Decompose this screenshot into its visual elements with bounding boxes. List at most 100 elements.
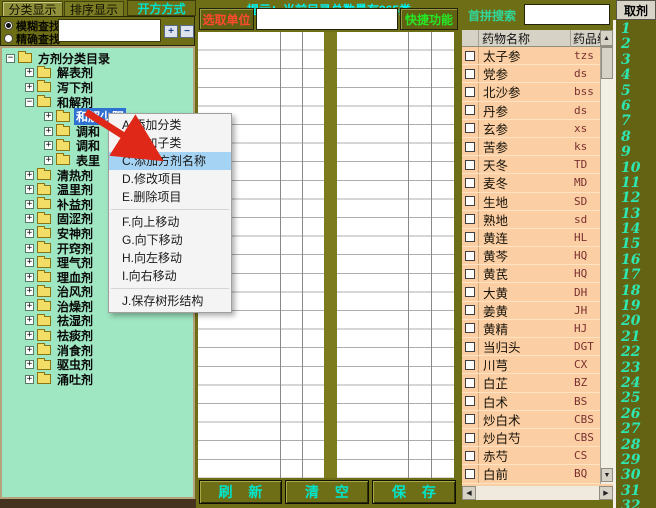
expand-plus-icon[interactable]: + — [25, 83, 34, 92]
tree-item[interactable]: + 涌吐剂 — [25, 372, 193, 387]
herb-horizontal-scrollbar[interactable]: ◀ ▶ — [462, 486, 613, 500]
herb-checkbox[interactable] — [465, 69, 475, 79]
herb-checkbox[interactable] — [465, 396, 475, 406]
herb-row[interactable]: 北沙参bss — [462, 83, 613, 101]
herb-row[interactable]: 天冬TD — [462, 156, 613, 174]
herb-checkbox[interactable] — [465, 287, 475, 297]
collapse-minus-icon[interactable]: − — [25, 98, 34, 107]
herb-row[interactable]: 炒白术CBS — [462, 411, 613, 429]
herb-checkbox[interactable] — [465, 360, 475, 370]
herb-checkbox[interactable] — [465, 196, 475, 206]
herb-name-header[interactable]: 药物名称 — [479, 30, 571, 47]
herb-row[interactable]: 赤芍CS — [462, 447, 613, 465]
herb-name[interactable]: 党参 — [479, 64, 571, 83]
herb-checkbox[interactable] — [465, 305, 475, 315]
collapse-all-button[interactable]: − — [180, 25, 194, 38]
prescribe-mode-button[interactable]: 开方方式 — [127, 0, 196, 16]
menu-item[interactable]: H.向左移动 — [109, 249, 231, 267]
herb-row[interactable]: 丹参ds — [462, 102, 613, 120]
exact-search-option[interactable]: 精确查找 — [4, 32, 60, 45]
herb-checkbox[interactable] — [465, 160, 475, 170]
expand-plus-icon[interactable]: + — [25, 316, 34, 325]
menu-item[interactable]: D.修改项目 — [109, 170, 231, 188]
herb-name[interactable]: 赤芍 — [479, 446, 571, 465]
herb-name[interactable]: 黄精 — [479, 319, 571, 338]
expand-all-button[interactable]: + — [164, 25, 178, 38]
shortcut-function-button[interactable]: 快捷功能 — [400, 8, 458, 30]
herb-checkbox[interactable] — [465, 323, 475, 333]
expand-plus-icon[interactable]: + — [25, 244, 34, 253]
herb-checkbox[interactable] — [465, 342, 475, 352]
tree-item-label[interactable]: 涌吐剂 — [55, 371, 95, 388]
herb-row[interactable]: 黄精HJ — [462, 320, 613, 338]
expand-plus-icon[interactable]: + — [25, 200, 34, 209]
menu-item[interactable]: I.向右移动 — [109, 267, 231, 285]
herb-name[interactable]: 黄芩 — [479, 246, 571, 265]
herb-row[interactable]: 姜黄JH — [462, 302, 613, 320]
tab-sort-display[interactable]: 排序显示 — [64, 1, 124, 16]
herb-row[interactable]: 麦冬MD — [462, 174, 613, 192]
select-unit-button[interactable]: 选取单位 — [199, 8, 254, 30]
tree-item[interactable]: +祛痰剂 — [25, 328, 193, 343]
tree-item[interactable]: −和解剂 — [25, 95, 193, 110]
expand-plus-icon[interactable]: + — [25, 214, 34, 223]
herb-row[interactable]: 黄芩HQ — [462, 247, 613, 265]
herb-name[interactable]: 黄芪 — [479, 264, 571, 283]
herb-checkbox[interactable] — [465, 123, 475, 133]
menu-item[interactable]: C.添加方剂名称 — [109, 152, 231, 170]
herb-name[interactable]: 姜黄 — [479, 301, 571, 320]
menu-item[interactable]: B.添加子类 — [109, 134, 231, 152]
herb-row[interactable]: 大黄DH — [462, 283, 613, 301]
herb-checkbox[interactable] — [465, 87, 475, 97]
herb-row[interactable]: 太子参tzs — [462, 47, 613, 65]
herb-checkbox[interactable] — [465, 105, 475, 115]
herb-row[interactable]: 熟地sd — [462, 211, 613, 229]
herb-checkbox[interactable] — [465, 232, 475, 242]
expand-plus-icon[interactable]: + — [25, 229, 34, 238]
herb-row[interactable]: 黄连HL — [462, 229, 613, 247]
herb-name[interactable]: 太子参 — [479, 46, 571, 65]
herb-row[interactable]: 川芎CX — [462, 356, 613, 374]
tree-item[interactable]: −方剂分类目录 — [6, 51, 193, 66]
herb-row[interactable]: 当归头DGT — [462, 338, 613, 356]
tab-category-display[interactable]: 分类显示 — [2, 1, 63, 16]
herb-checkbox[interactable] — [465, 269, 475, 279]
radio-exact-icon[interactable] — [4, 34, 13, 43]
radio-fuzzy-icon[interactable] — [4, 21, 13, 30]
menu-item[interactable]: A.添加分类 — [109, 116, 231, 134]
herb-name[interactable]: 白芷 — [479, 373, 571, 392]
sort-ascending-icon[interactable]: ▲ — [600, 30, 613, 46]
scroll-right-icon[interactable]: ▶ — [599, 486, 613, 500]
tree-search-input[interactable] — [58, 19, 161, 42]
herb-row[interactable]: 党参ds — [462, 65, 613, 83]
herb-name[interactable]: 当归头 — [479, 337, 571, 356]
herb-name[interactable]: 北沙参 — [479, 82, 571, 101]
herb-name[interactable]: 玄参 — [479, 119, 571, 138]
expand-plus-icon[interactable]: + — [25, 171, 34, 180]
herb-name[interactable]: 炒白术 — [479, 410, 571, 429]
expand-plus-icon[interactable]: + — [25, 68, 34, 77]
herb-row[interactable]: 玄参xs — [462, 120, 613, 138]
herb-row[interactable]: 炒白芍CBS — [462, 429, 613, 447]
expand-plus-icon[interactable]: + — [25, 302, 34, 311]
expand-plus-icon[interactable]: + — [44, 141, 53, 150]
expand-plus-icon[interactable]: + — [25, 375, 34, 384]
herb-checkbox[interactable] — [465, 469, 475, 479]
herb-checkbox[interactable] — [465, 251, 475, 261]
expand-plus-icon[interactable]: + — [44, 156, 53, 165]
expand-plus-icon[interactable]: + — [25, 287, 34, 296]
expand-plus-icon[interactable]: + — [44, 127, 53, 136]
herb-row[interactable]: 苦参ks — [462, 138, 613, 156]
collapse-minus-icon[interactable]: − — [6, 54, 15, 63]
expand-plus-icon[interactable]: + — [25, 331, 34, 340]
herb-name[interactable]: 大黄 — [479, 283, 571, 302]
menu-item[interactable]: F.向上移动 — [109, 213, 231, 231]
herb-checkbox[interactable] — [465, 451, 475, 461]
expand-plus-icon[interactable]: + — [25, 185, 34, 194]
clear-button[interactable]: 清 空 — [285, 480, 369, 504]
herb-checkbox[interactable] — [465, 378, 475, 388]
menu-item[interactable]: E.删除项目 — [109, 188, 231, 206]
tree-item[interactable]: +解表剂 — [25, 66, 193, 81]
herb-name[interactable]: 川芎 — [479, 355, 571, 374]
herb-table-header[interactable]: 药物名称 药品编码 ▲ — [462, 30, 613, 47]
